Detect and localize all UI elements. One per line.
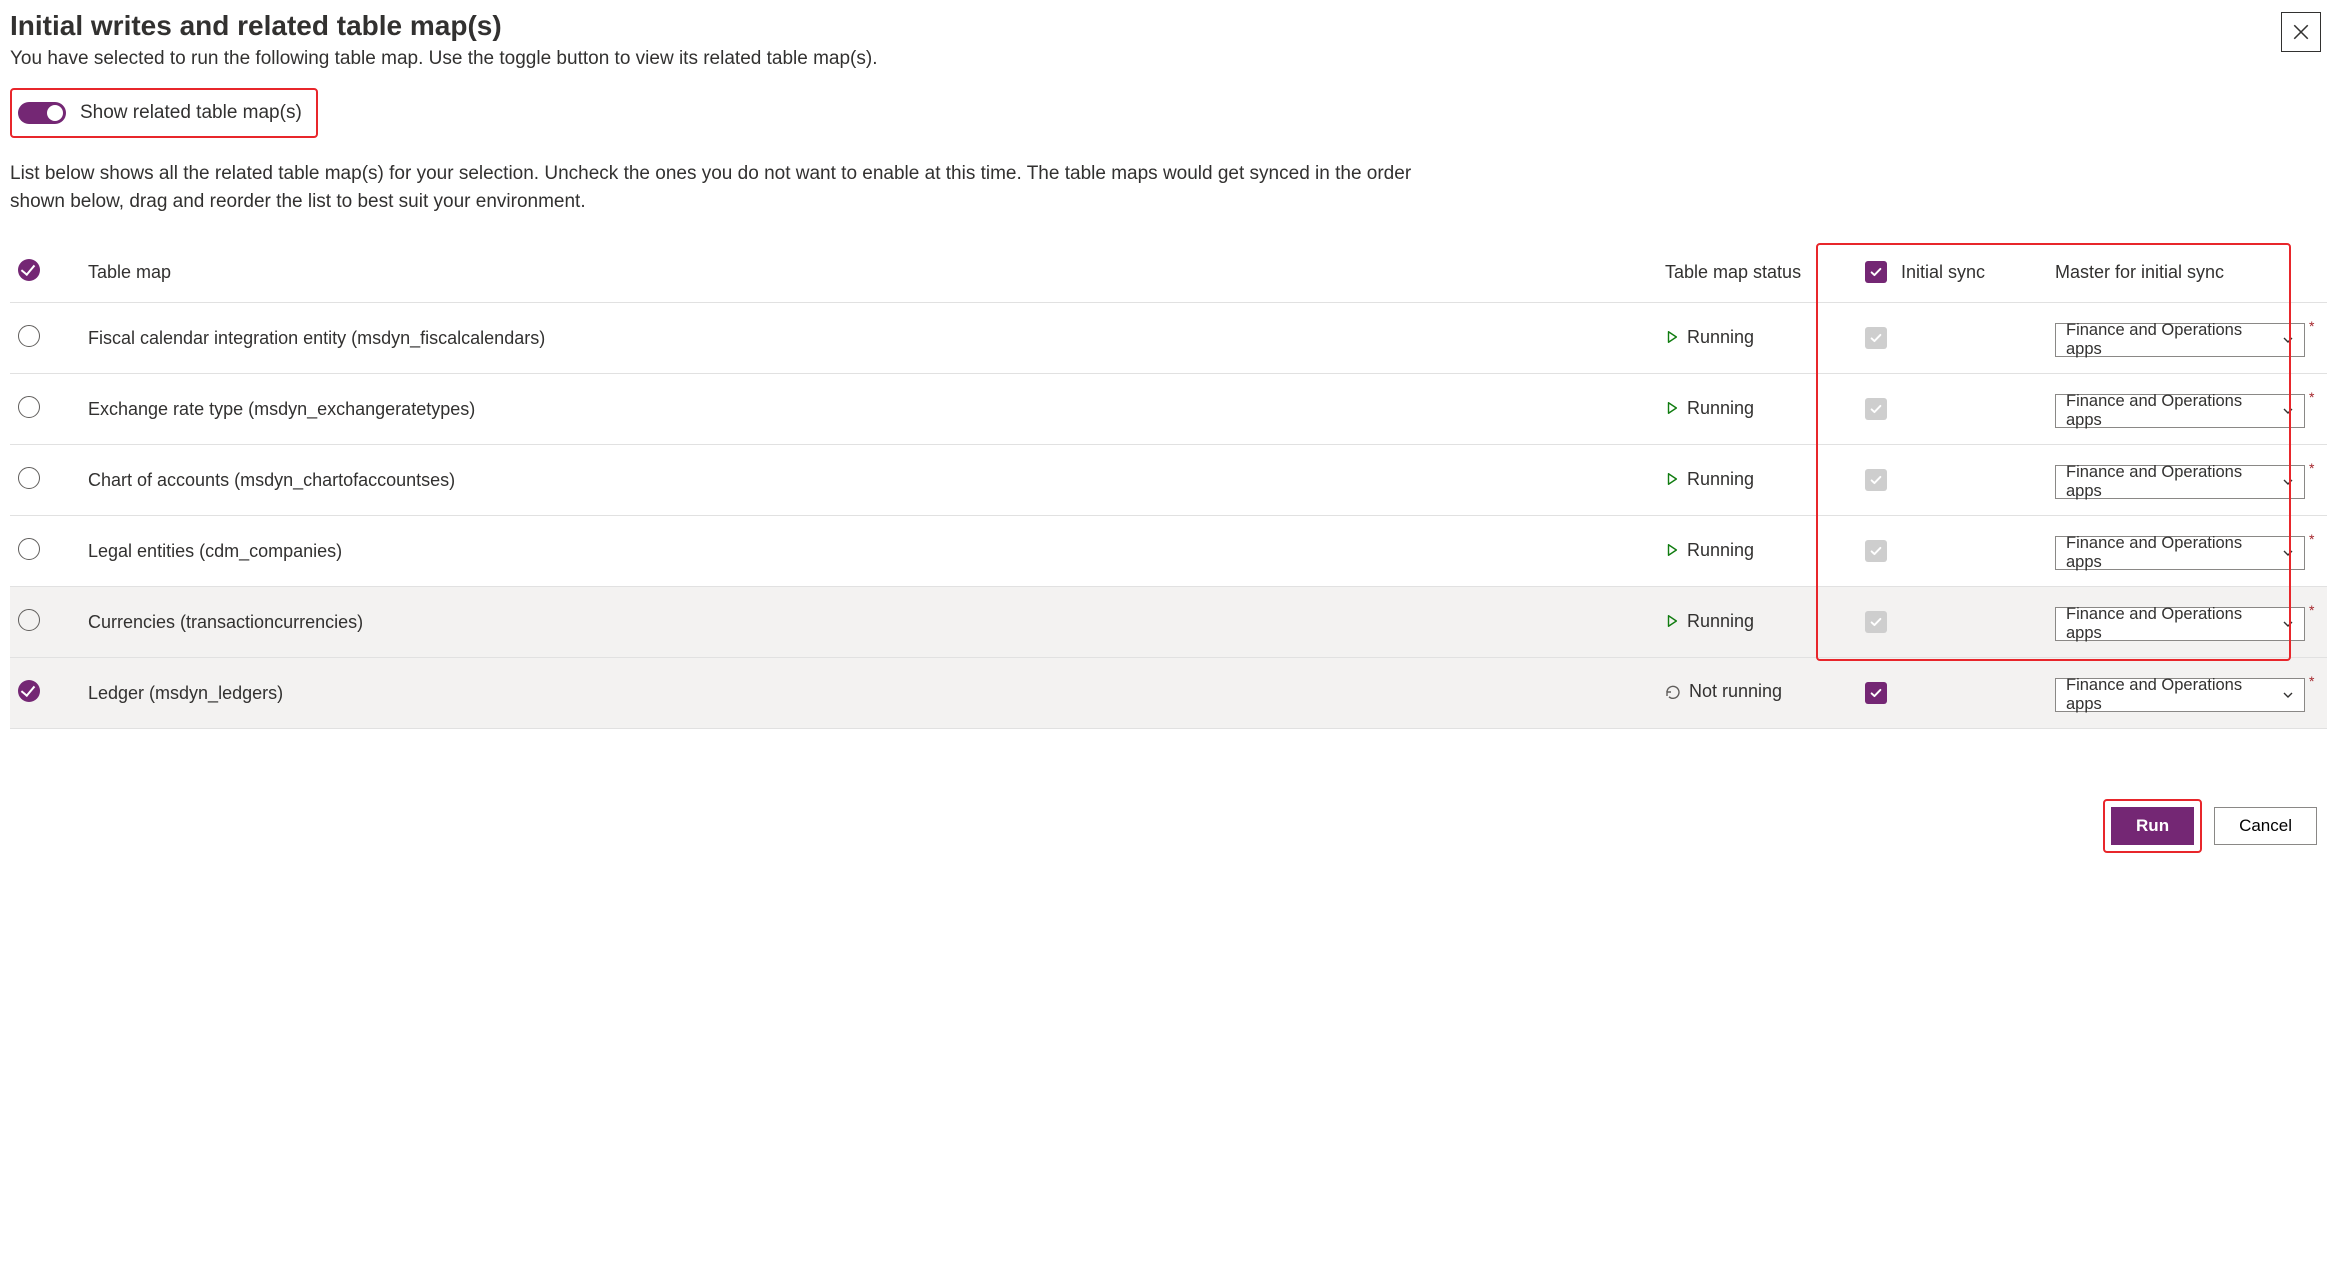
- col-initial-sync: Initial sync: [1901, 262, 1985, 283]
- row-name: Exchange rate type (msdyn_exchangeratety…: [80, 374, 1657, 445]
- close-button[interactable]: [2281, 12, 2321, 52]
- required-asterisk: *: [2309, 676, 2314, 686]
- required-asterisk: *: [2309, 392, 2314, 402]
- status-text: Running: [1687, 327, 1754, 348]
- table-maps-table: Table map Table map status Initial sync …: [10, 243, 2327, 729]
- footer: Run Cancel: [10, 799, 2327, 853]
- row-select-radio[interactable]: [18, 538, 40, 560]
- master-select-value: Finance and Operations apps: [2066, 392, 2274, 430]
- cancel-button[interactable]: Cancel: [2214, 807, 2317, 845]
- required-asterisk: *: [2309, 605, 2314, 615]
- chevron-down-icon: [2282, 689, 2294, 701]
- row-status: Running: [1665, 469, 1754, 490]
- row-name: Fiscal calendar integration entity (msdy…: [80, 303, 1657, 374]
- master-select-value: Finance and Operations apps: [2066, 605, 2274, 643]
- dialog: Initial writes and related table map(s) …: [10, 10, 2327, 853]
- toggle-label: Show related table map(s): [80, 102, 302, 124]
- chevron-down-icon: [2282, 334, 2294, 346]
- row-name: Currencies (transactioncurrencies): [80, 587, 1657, 658]
- required-asterisk: *: [2309, 534, 2314, 544]
- dialog-title: Initial writes and related table map(s): [10, 10, 2327, 42]
- select-all-radio[interactable]: [18, 259, 40, 281]
- chevron-down-icon: [2282, 405, 2294, 417]
- row-status: Running: [1665, 611, 1754, 632]
- initial-sync-checkbox: [1865, 327, 1887, 349]
- master-select-value: Finance and Operations apps: [2066, 463, 2274, 501]
- master-select-value: Finance and Operations apps: [2066, 321, 2274, 359]
- table-row: Ledger (msdyn_ledgers) Not running Finance…: [10, 658, 2327, 729]
- row-status: Running: [1665, 327, 1754, 348]
- master-select[interactable]: Finance and Operations apps: [2055, 323, 2305, 357]
- col-table-map: Table map: [80, 243, 1657, 303]
- chevron-down-icon: [2282, 476, 2294, 488]
- table-row: Fiscal calendar integration entity (msdy…: [10, 303, 2327, 374]
- play-icon: [1665, 330, 1679, 344]
- master-select[interactable]: Finance and Operations apps: [2055, 678, 2305, 712]
- required-asterisk: *: [2309, 321, 2314, 331]
- status-text: Running: [1687, 540, 1754, 561]
- table-wrap: Table map Table map status Initial sync …: [10, 243, 2327, 729]
- table-row: Legal entities (cdm_companies) Running Fin…: [10, 516, 2327, 587]
- initial-sync-checkbox: [1865, 398, 1887, 420]
- initial-sync-header-checkbox[interactable]: [1865, 261, 1887, 283]
- master-select[interactable]: Finance and Operations apps: [2055, 394, 2305, 428]
- row-name: Legal entities (cdm_companies): [80, 516, 1657, 587]
- row-select-radio[interactable]: [18, 325, 40, 347]
- toggle-row: Show related table map(s): [10, 88, 318, 138]
- row-select-radio[interactable]: [18, 396, 40, 418]
- status-text: Running: [1687, 398, 1754, 419]
- table-row: Exchange rate type (msdyn_exchangeratety…: [10, 374, 2327, 445]
- master-select-value: Finance and Operations apps: [2066, 676, 2274, 714]
- show-related-toggle[interactable]: [18, 102, 66, 124]
- row-status: Running: [1665, 540, 1754, 561]
- col-status: Table map status: [1657, 243, 1857, 303]
- annotation-run-box: Run: [2103, 799, 2202, 853]
- play-icon: [1665, 543, 1679, 557]
- chevron-down-icon: [2282, 547, 2294, 559]
- row-select-radio[interactable]: [18, 680, 40, 702]
- table-row: Currencies (transactioncurrencies) Runnin…: [10, 587, 2327, 658]
- table-row: Chart of accounts (msdyn_chartofaccounts…: [10, 445, 2327, 516]
- status-text: Running: [1687, 611, 1754, 632]
- initial-sync-checkbox[interactable]: [1865, 682, 1887, 704]
- col-master: Master for initial sync: [2047, 243, 2327, 303]
- initial-sync-checkbox: [1865, 540, 1887, 562]
- description: List below shows all the related table m…: [10, 160, 1470, 215]
- status-text: Not running: [1689, 681, 1782, 702]
- master-select-value: Finance and Operations apps: [2066, 534, 2274, 572]
- row-status: Not running: [1665, 681, 1782, 702]
- row-name: Ledger (msdyn_ledgers): [80, 658, 1657, 729]
- chevron-down-icon: [2282, 618, 2294, 630]
- dialog-subtitle: You have selected to run the following t…: [10, 48, 2327, 70]
- master-select[interactable]: Finance and Operations apps: [2055, 465, 2305, 499]
- row-select-radio[interactable]: [18, 609, 40, 631]
- not-running-icon: [1665, 684, 1681, 700]
- initial-sync-checkbox: [1865, 469, 1887, 491]
- play-icon: [1665, 614, 1679, 628]
- row-status: Running: [1665, 398, 1754, 419]
- row-name: Chart of accounts (msdyn_chartofaccounts…: [80, 445, 1657, 516]
- master-select[interactable]: Finance and Operations apps: [2055, 536, 2305, 570]
- initial-sync-checkbox: [1865, 611, 1887, 633]
- master-select[interactable]: Finance and Operations apps: [2055, 607, 2305, 641]
- play-icon: [1665, 401, 1679, 415]
- close-icon: [2292, 23, 2310, 41]
- run-button[interactable]: Run: [2111, 807, 2194, 845]
- table-header-row: Table map Table map status Initial sync …: [10, 243, 2327, 303]
- required-asterisk: *: [2309, 463, 2314, 473]
- play-icon: [1665, 472, 1679, 486]
- status-text: Running: [1687, 469, 1754, 490]
- row-select-radio[interactable]: [18, 467, 40, 489]
